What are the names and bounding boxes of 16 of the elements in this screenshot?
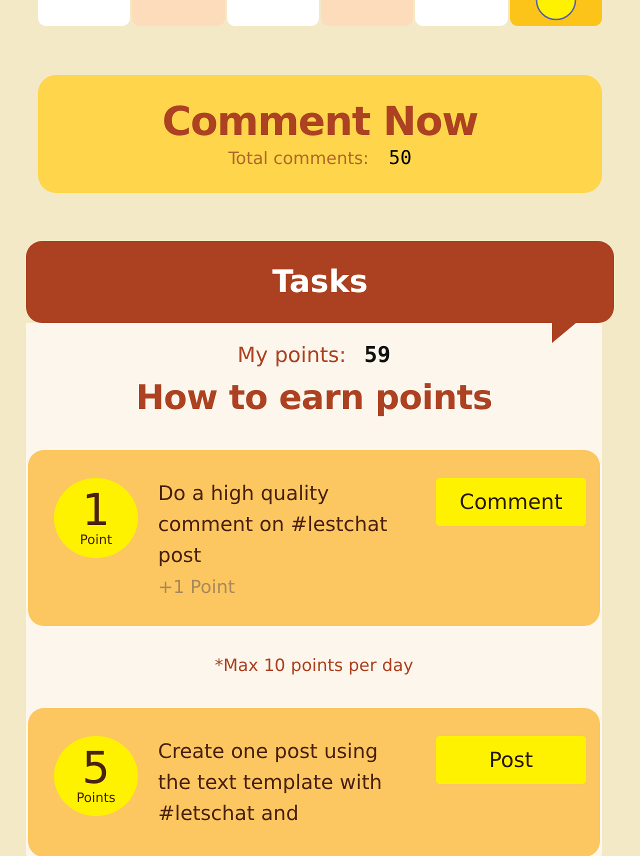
my-points-value: 59	[364, 343, 391, 368]
points-badge: 1 Point	[54, 478, 138, 558]
reward-text: +1 Point	[158, 577, 236, 598]
task-description: Create one post using the text template with #letschat and	[158, 738, 384, 827]
comment-card[interactable]: Comment Now Total comments: 50	[38, 75, 602, 193]
points-badge: 5 Points	[54, 736, 138, 816]
comment-now-title[interactable]: Comment Now	[162, 99, 478, 145]
total-comments-value: 50	[388, 147, 412, 169]
task-button[interactable]: Post	[436, 736, 586, 784]
my-points-label: My points:	[237, 343, 346, 367]
task-button[interactable]: Comment	[436, 478, 586, 526]
total-comments-label: Total comments:	[228, 149, 369, 169]
daily-limit-note: *Max 10 points per day	[214, 655, 414, 678]
task-description: Do a high quality comment on #lestchat post	[158, 480, 388, 569]
tasks-title: Tasks	[272, 264, 368, 300]
earn-points-heading: How to earn points	[134, 378, 494, 418]
